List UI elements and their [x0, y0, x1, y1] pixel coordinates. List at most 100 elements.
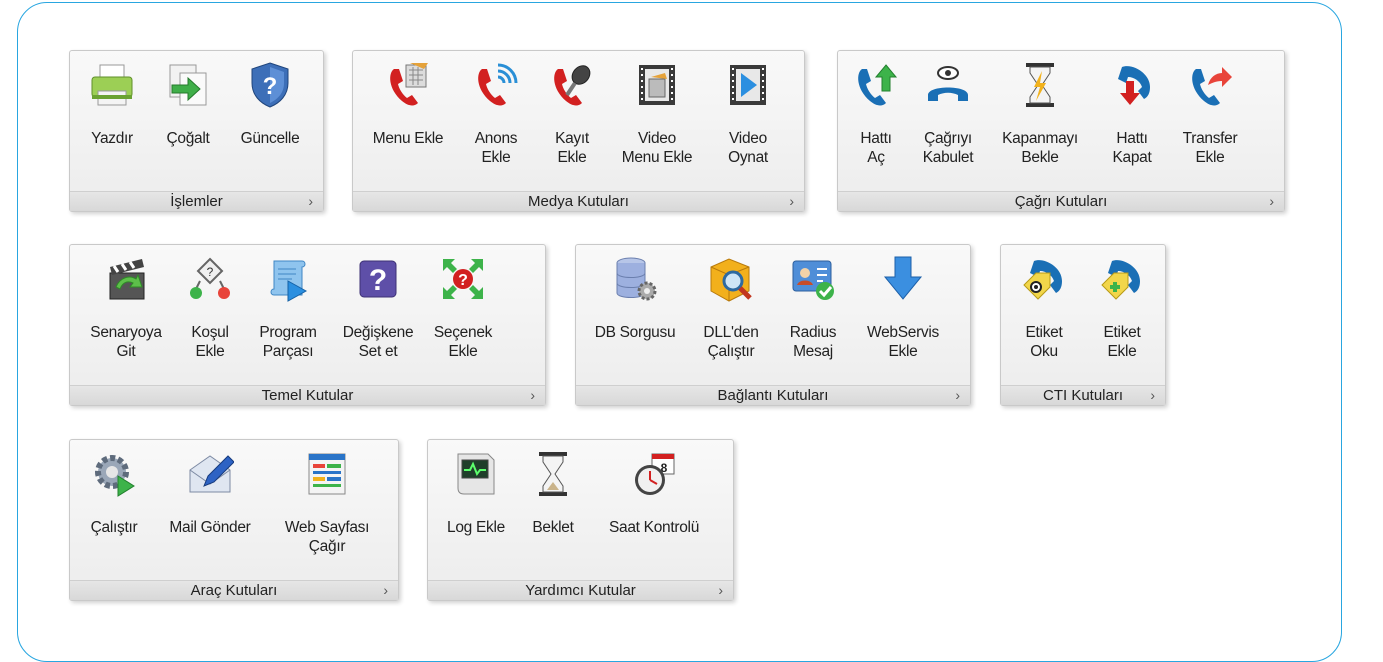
- wait-hangup-label: Kapanmayı Bekle: [1002, 130, 1078, 166]
- goto-scenario-label: Senaryoya Git: [90, 324, 162, 360]
- phone-transfer-icon: [1192, 67, 1232, 106]
- add-transfer-button[interactable]: Transfer Ekle: [1170, 51, 1250, 191]
- call-webpage-button[interactable]: Web Sayfası Çağır: [266, 440, 388, 580]
- group-cti: Etiket Oku Etiket Ekle CTI Kutuları ›: [1000, 244, 1166, 406]
- variable-question-icon: ?: [359, 260, 397, 298]
- set-variable-label: Değişkene Set et: [342, 324, 414, 360]
- db-query-label: DB Sorgusu: [594, 324, 676, 341]
- duplicate-button[interactable]: Çoğalt: [150, 51, 226, 191]
- hourglass-icon: [539, 452, 567, 496]
- svg-text:?: ?: [458, 272, 468, 289]
- group-islemler: Yazdır Çoğalt ? Güncelle İşlemler ›: [69, 50, 324, 212]
- web-page-icon: [308, 453, 346, 495]
- read-tag-label: Etiket Oku: [1025, 324, 1063, 360]
- hangup-line-button[interactable]: Hattı Kapat: [1094, 51, 1170, 191]
- radius-message-button[interactable]: Radius Mesaj: [772, 245, 854, 385]
- program-part-label: Program Parçası: [259, 324, 317, 360]
- open-line-button[interactable]: Hattı Aç: [842, 51, 910, 191]
- box-search-icon: [710, 258, 752, 302]
- add-video-menu-button[interactable]: Video Menu Ekle: [611, 51, 703, 191]
- group-medya: Menu Ekle Anons Ekle Kayıt Ekle Video Me…: [352, 50, 805, 212]
- group-yardimci: Log Ekle Beklet 8 Saat Kontrolü Yardımcı…: [427, 439, 734, 601]
- dialog-launcher-medya[interactable]: ›: [789, 192, 794, 210]
- group-label-baglanti: Bağlantı Kutuları ›: [576, 385, 970, 405]
- dialog-launcher-yardimci[interactable]: ›: [718, 581, 723, 599]
- dialog-launcher-cagri[interactable]: ›: [1269, 192, 1274, 210]
- add-choice-button[interactable]: ? Seçenek Ekle: [422, 245, 504, 385]
- duplicate-label: Çoğalt: [166, 130, 210, 147]
- group-label-medya: Medya Kutuları ›: [353, 191, 804, 211]
- db-query-button[interactable]: DB Sorgusu: [580, 245, 690, 385]
- dialog-launcher-islemler[interactable]: ›: [308, 192, 313, 210]
- add-announcement-label: Anons Ekle: [474, 130, 518, 166]
- printer-icon: [91, 64, 133, 106]
- add-announcement-button[interactable]: Anons Ekle: [459, 51, 533, 191]
- clock-calendar-icon: 8: [635, 453, 675, 495]
- add-recording-button[interactable]: Kayıt Ekle: [533, 51, 611, 191]
- svg-text:?: ?: [263, 73, 278, 100]
- wait-hangup-button[interactable]: Kapanmayı Bekle: [986, 51, 1094, 191]
- goto-scenario-button[interactable]: Senaryoya Git: [74, 245, 178, 385]
- download-arrow-icon: [883, 256, 923, 300]
- add-webservice-button[interactable]: WebServis Ekle: [854, 245, 952, 385]
- mail-pen-icon: [189, 455, 234, 493]
- add-condition-button[interactable]: ? Koşul Ekle: [178, 245, 242, 385]
- send-mail-button[interactable]: Mail Gönder: [154, 440, 266, 580]
- print-button[interactable]: Yazdır: [74, 51, 150, 191]
- group-label-cti: CTI Kutuları ›: [1001, 385, 1165, 405]
- group-temel: Senaryoya Git ? Koşul Ekle Program Parça…: [69, 244, 546, 406]
- send-mail-label: Mail Gönder: [169, 519, 251, 536]
- phone-hangup-icon: [1118, 66, 1150, 105]
- group-arac: Çalıştır Mail Gönder Web Sayfası Çağır A…: [69, 439, 399, 601]
- id-card-check-icon: [792, 260, 834, 300]
- set-variable-button[interactable]: ? Değişkene Set et: [334, 245, 422, 385]
- add-transfer-label: Transfer Ekle: [1182, 130, 1238, 166]
- play-video-button[interactable]: Video Oynat: [703, 51, 793, 191]
- group-label-arac: Araç Kutuları ›: [70, 580, 398, 600]
- add-log-button[interactable]: Log Ekle: [432, 440, 520, 580]
- scroll-play-icon: [270, 260, 308, 302]
- group-label-islemler: İşlemler ›: [70, 191, 323, 211]
- phone-menu-icon: [390, 63, 428, 106]
- dialog-launcher-baglanti[interactable]: ›: [955, 386, 960, 404]
- add-video-menu-label: Video Menu Ekle: [621, 130, 693, 166]
- play-video-label: Video Oynat: [728, 130, 768, 166]
- dialog-launcher-arac[interactable]: ›: [383, 581, 388, 599]
- call-webpage-label: Web Sayfası Çağır: [284, 519, 370, 555]
- add-tag-label: Etiket Ekle: [1103, 324, 1141, 360]
- add-log-label: Log Ekle: [447, 519, 505, 536]
- group-label-cagri: Çağrı Kutuları ›: [838, 191, 1284, 211]
- add-menu-label: Menu Ekle: [372, 130, 444, 147]
- update-button[interactable]: ? Güncelle: [226, 51, 314, 191]
- group-cagri: Hattı Aç Çağrıyı Kabulet Kapanmayı Bekle: [837, 50, 1285, 212]
- run-button[interactable]: Çalıştır: [74, 440, 154, 580]
- program-part-button[interactable]: Program Parçası: [242, 245, 334, 385]
- time-control-label: Saat Kontrolü: [608, 519, 700, 536]
- read-tag-button[interactable]: Etiket Oku: [1005, 245, 1083, 385]
- radius-message-label: Radius Mesaj: [789, 324, 837, 360]
- group-baglanti: DB Sorgusu DLL'den Çalıştır Radius Mesaj: [575, 244, 971, 406]
- phone-microphone-icon: [554, 65, 591, 106]
- film-menu-icon: [639, 65, 675, 105]
- wait-button[interactable]: Beklet: [520, 440, 586, 580]
- gear-play-icon: [95, 455, 135, 497]
- run-dll-button[interactable]: DLL'den Çalıştır: [690, 245, 772, 385]
- add-choice-label: Seçenek Ekle: [433, 324, 493, 360]
- copy-document-icon: [169, 64, 207, 106]
- time-control-button[interactable]: 8 Saat Kontrolü: [586, 440, 722, 580]
- help-shield-icon: ?: [251, 62, 289, 108]
- accept-call-button[interactable]: Çağrıyı Kabulet: [910, 51, 986, 191]
- print-label: Yazdır: [91, 130, 133, 147]
- open-line-label: Hattı Aç: [860, 130, 892, 166]
- svg-text:?: ?: [207, 265, 214, 279]
- phone-accept-icon: [928, 66, 968, 101]
- add-tag-button[interactable]: Etiket Ekle: [1083, 245, 1161, 385]
- clapper-goto-icon: [109, 259, 145, 300]
- add-menu-button[interactable]: Menu Ekle: [357, 51, 459, 191]
- dialog-launcher-temel[interactable]: ›: [530, 386, 535, 404]
- phone-pickup-icon: [858, 64, 898, 106]
- dialog-launcher-cti[interactable]: ›: [1150, 386, 1155, 404]
- log-monitor-icon: [457, 453, 495, 495]
- svg-text:?: ?: [369, 264, 387, 297]
- choice-arrows-icon: ?: [443, 259, 483, 299]
